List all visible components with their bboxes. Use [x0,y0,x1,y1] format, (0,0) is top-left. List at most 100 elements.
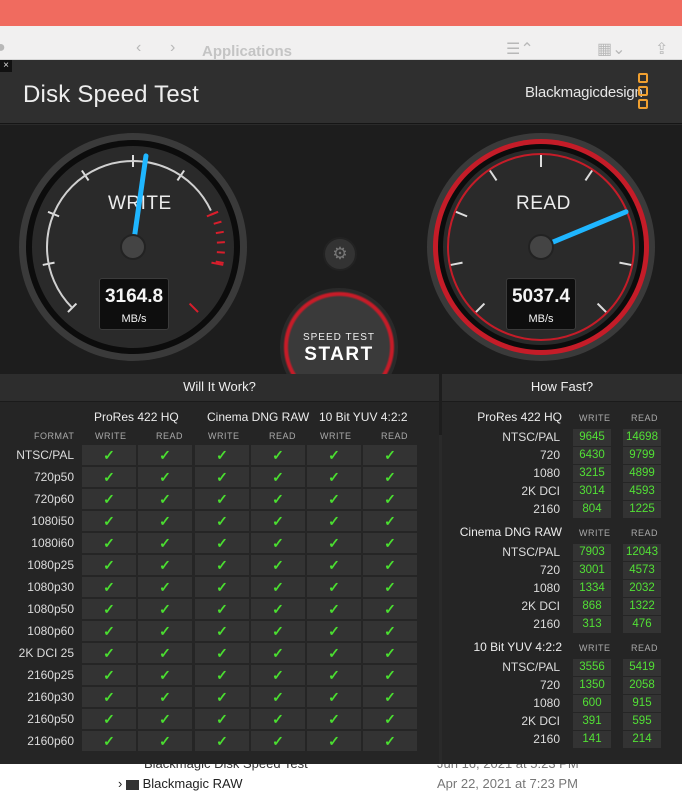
how-fast-format-label: 2160 [533,617,560,631]
format-label: 2160p60 [27,734,74,748]
will-it-work-title: Will It Work? [0,374,439,402]
read-speed-value: 595 [623,713,661,730]
how-fast-format-label: NTSC/PAL [502,545,560,559]
check-icon: ✓ [307,467,361,487]
brand-name: Blackmagicdesign [525,84,643,101]
share-icon[interactable]: ⇪ [655,39,668,59]
close-button[interactable]: × [0,60,12,72]
read-speed-value: 5419 [623,659,661,676]
check-icon: ✓ [251,731,305,751]
format-label: 1080i60 [31,536,74,550]
folder-icon [125,779,139,790]
file-name: Blackmagic RAW [142,776,243,791]
check-icon: ✓ [251,533,305,553]
write-speed-value: 3215 [573,465,611,482]
start-label: START [304,344,374,365]
format-label: 2160p25 [27,668,74,682]
format-label: 1080i50 [31,514,74,528]
check-icon: ✓ [307,555,361,575]
window-titlebar-background [0,0,682,26]
read-speed-value: 2032 [623,580,661,597]
format-label: 720p50 [33,470,74,484]
read-needle [528,209,629,260]
read-speed-value: 214 [623,731,661,748]
check-icon: ✓ [251,445,305,465]
how-fast-panel: How Fast? ProRes 422 HQ WRITE READ NTSC/PAL… [442,374,682,764]
check-icon: ✓ [251,577,305,597]
finder-title: Applications [202,43,293,60]
read-header: READ [631,643,659,653]
check-icon: ✓ [195,709,249,729]
how-fast-format-label: 720 [539,448,560,462]
format-label: 2160p30 [27,690,74,704]
write-needle [120,153,149,260]
check-icon: ✓ [307,621,361,641]
read-speed-value: 4573 [623,562,661,579]
column-header: WRITE [95,431,127,441]
check-icon: ✓ [363,489,417,509]
check-icon: ✓ [195,621,249,641]
check-icon: ✓ [363,599,417,619]
read-speed-value: 14698 [623,429,661,446]
write-speed-value: 9645 [573,429,611,446]
check-icon: ✓ [82,687,136,707]
check-icon: ✓ [363,555,417,575]
check-icon: ✓ [307,577,361,597]
check-icon: ✓ [363,511,417,531]
read-speed-value: 12043 [623,544,661,561]
check-icon: ✓ [195,577,249,597]
check-icon: ✓ [82,731,136,751]
list-view-icon[interactable]: ☰⌃ [506,39,534,59]
write-speed-value: 313 [573,616,611,633]
group-header: ProRes 422 HQ [94,410,179,424]
check-icon: ✓ [138,577,192,597]
read-speed-value: 1225 [623,501,661,518]
check-icon: ✓ [195,555,249,575]
group-header: Cinema DNG RAW [207,410,310,424]
back-icon[interactable]: ‹ [136,39,141,57]
check-icon: ✓ [138,445,192,465]
how-fast-format-label: 720 [539,563,560,577]
sidebar-toggle-icon[interactable]: ● [0,39,6,57]
check-icon: ✓ [195,445,249,465]
column-header: READ [269,431,297,441]
read-header: READ [631,528,659,538]
check-icon: ✓ [82,555,136,575]
check-icon: ✓ [138,643,192,663]
check-icon: ✓ [195,467,249,487]
write-header: WRITE [579,528,611,538]
write-speed-value: 804 [573,501,611,518]
how-fast-format-label: 1080 [533,696,560,710]
check-icon: ✓ [307,511,361,531]
read-speed-value: 476 [623,616,661,633]
check-icon: ✓ [363,533,417,553]
group-icon[interactable]: ▦⌄ [597,39,626,59]
column-header: WRITE [208,431,240,441]
forward-icon[interactable]: › [170,39,175,57]
check-icon: ✓ [195,533,249,553]
column-header: READ [156,431,184,441]
how-fast-format-label: 2160 [533,732,560,746]
check-icon: ✓ [307,731,361,751]
check-icon: ✓ [251,489,305,509]
check-icon: ✓ [195,489,249,509]
check-icon: ✓ [363,467,417,487]
settings-gear-button[interactable]: ⚙ [323,237,357,271]
check-icon: ✓ [363,621,417,641]
blackmagic-logo-icon [638,73,650,111]
check-icon: ✓ [251,555,305,575]
will-it-work-panel: Will It Work? ProRes 422 HQ WRITE READ Cine… [0,374,439,764]
check-icon: ✓ [307,709,361,729]
read-speed-value: 915 [623,695,661,712]
check-icon: ✓ [82,489,136,509]
check-icon: ✓ [82,533,136,553]
finder-file-list: Blackmagic Disk Speed Test Jun 16, 2021 … [0,756,682,800]
check-icon: ✓ [138,687,192,707]
how-fast-format-label: NTSC/PAL [502,430,560,444]
check-icon: ✓ [251,599,305,619]
how-fast-format-label: 2K DCI [521,599,560,613]
format-label: 1080p25 [27,558,74,572]
write-speed-value: 1334 [573,580,611,597]
file-row-blackmagic-raw[interactable]: › Blackmagic RAW [118,776,243,794]
check-icon: ✓ [138,511,192,531]
